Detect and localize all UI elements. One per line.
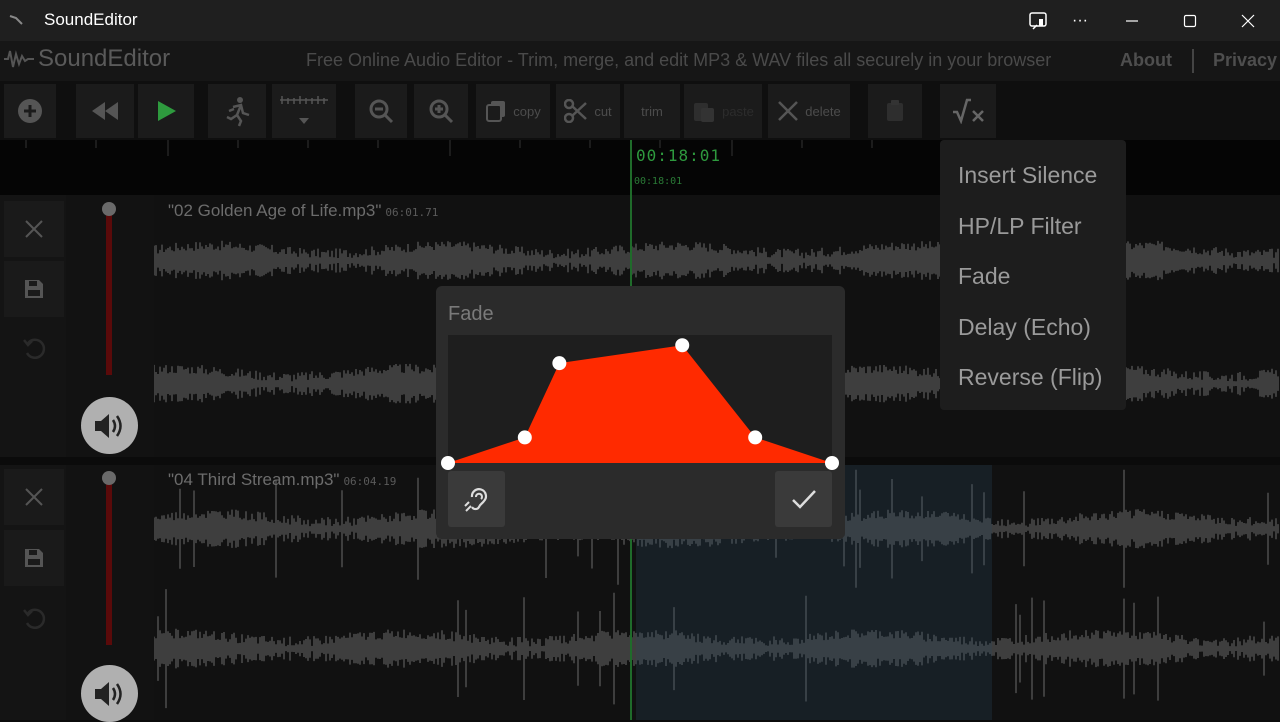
tagline: Free Online Audio Editor - Trim, merge, … [306,50,1052,70]
undo-icon [23,608,46,629]
track-2-filename: "04 Third Stream.mp3" [168,470,340,489]
fade-envelope-handle[interactable] [748,430,763,445]
effects-button[interactable] [940,84,996,138]
track-2-save-button[interactable] [4,530,64,586]
scissors-icon [564,99,588,123]
track-1-controls [0,195,66,457]
close-icon [25,488,43,506]
track-1-mute-button[interactable] [81,397,138,454]
more-options-button[interactable]: ··· [1054,0,1106,41]
track-2-duration: 06:04.19 [343,475,397,488]
waveform-logo-icon [4,50,34,68]
track-2-volume-handle[interactable] [102,471,116,485]
fade-envelope-editor[interactable] [441,335,839,470]
apply-fade-button[interactable] [775,471,832,527]
cut-label: cut [594,103,612,119]
app-header: SoundEditor Free Online Audio Editor - T… [0,41,1280,81]
track-1-undo-button[interactable] [4,321,64,377]
track-2-remove-button[interactable] [4,469,64,525]
brand-name: SoundEditor [38,45,171,72]
header-divider [1192,49,1194,73]
toolbar: copy cut trim paste delete [0,81,1280,140]
effects-menu: Insert Silence HP/LP Filter Fade Delay (… [940,140,1126,410]
app-icon [9,15,23,25]
ruler-dropdown-icon [280,96,328,124]
fade-dialog: Fade [436,286,845,539]
menu-item-fade[interactable]: Fade [958,263,1010,290]
delete-label: delete [805,103,841,119]
track-1-duration: 06:01.71 [385,206,439,219]
save-icon [25,549,43,567]
menu-item-delay-echo[interactable]: Delay (Echo) [958,314,1091,341]
follow-playhead-button[interactable] [208,84,266,138]
paste-button[interactable]: paste [684,84,762,138]
track-1-volume-handle[interactable] [102,202,116,216]
track-1-volume-slider[interactable] [106,209,112,375]
clipboard-icon [887,100,903,121]
menu-item-insert-silence[interactable]: Insert Silence [958,162,1097,189]
zoom-in-icon [429,99,454,124]
copy-button[interactable]: copy [476,84,550,138]
close-icon [25,220,43,238]
track-2-mute-button[interactable] [81,665,138,722]
running-person-icon [226,97,250,127]
zoom-out-icon [369,99,394,124]
track-2-volume-slider[interactable] [106,479,112,645]
zoom-in-button[interactable] [414,84,468,138]
maximize-button[interactable] [1164,0,1216,41]
window-titlebar: SoundEditor ··· [0,0,1280,41]
about-link[interactable]: About [1120,50,1172,71]
menu-item-hp-lp-filter[interactable]: HP/LP Filter [958,213,1082,240]
cut-button[interactable]: cut [556,84,620,138]
track-1-save-button[interactable] [4,261,64,317]
speaker-icon [94,681,122,706]
checkmark-icon [791,490,816,509]
close-button[interactable] [1222,0,1274,41]
trim-button[interactable]: trim [624,84,680,138]
current-time-display: 00:18:01 [636,146,722,165]
track-2-undo-button[interactable] [4,591,64,647]
speaker-icon [94,413,122,438]
paste-label: paste [722,103,754,119]
track-2-title: "04 Third Stream.mp3" 06:04.19 [168,470,396,490]
fade-envelope-handle[interactable] [552,356,567,371]
play-icon [158,101,176,121]
minimize-button[interactable] [1106,0,1158,41]
add-track-button[interactable] [4,84,56,138]
fade-envelope-handle[interactable] [517,430,532,445]
fade-envelope-handle[interactable] [441,456,455,470]
delete-x-icon [778,101,799,121]
track-1-title: "02 Golden Age of Life.mp3" 06:01.71 [168,201,438,221]
track-2-controls [0,465,66,720]
fade-envelope-handle[interactable] [825,456,839,470]
delete-button[interactable]: delete [768,84,850,138]
zoom-ruler-dropdown[interactable] [272,84,336,138]
trim-label: trim [641,103,663,119]
rewind-icon [92,102,118,120]
current-time-small: 00:18:01 [634,176,683,187]
undo-icon [23,338,46,359]
privacy-link[interactable]: Privacy [1213,50,1277,71]
zoom-out-button[interactable] [355,84,407,138]
save-icon [25,280,43,298]
copy-label: copy [513,103,541,119]
menu-item-reverse-flip[interactable]: Reverse (Flip) [958,364,1102,391]
sqrt-x-icon [953,98,984,124]
copy-icon [486,101,506,122]
rewind-button[interactable] [76,84,134,138]
track-1-remove-button[interactable] [4,201,64,257]
paste-icon [694,103,715,122]
fade-envelope-handle[interactable] [675,338,690,353]
ear-listen-icon [463,488,487,512]
play-button[interactable] [138,84,194,138]
preview-button[interactable] [448,471,505,527]
track-1-filename: "02 Golden Age of Life.mp3" [168,201,382,220]
fade-dialog-title: Fade [448,303,494,325]
plus-circle-icon [18,99,42,123]
clipboard-button[interactable] [868,84,922,138]
window-title: SoundEditor [44,10,138,29]
fade-envelope-fill [448,345,832,463]
